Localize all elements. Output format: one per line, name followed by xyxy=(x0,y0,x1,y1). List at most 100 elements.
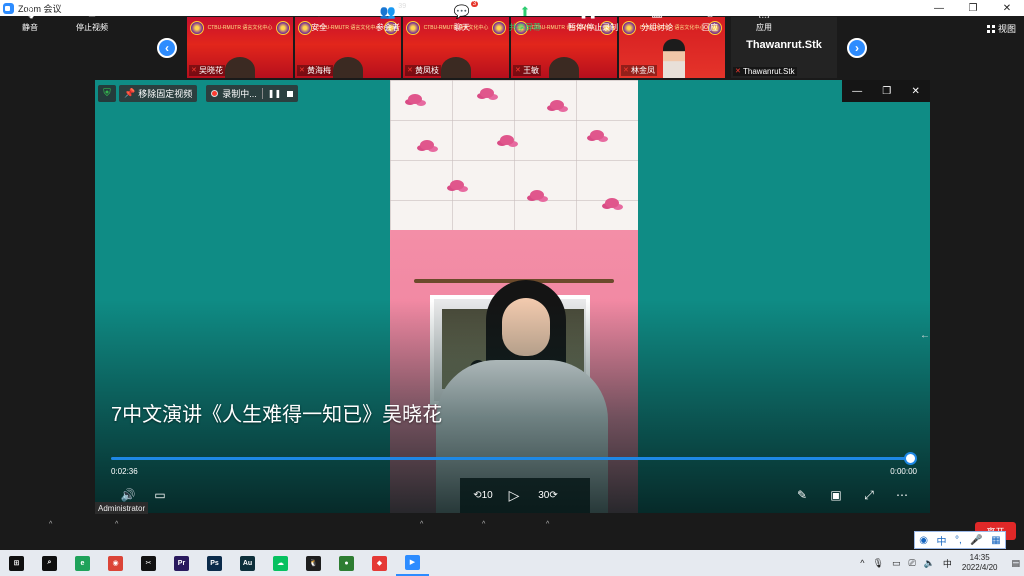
windows-taskbar: ⊞ ⌕ e ◉ ✂ Pr Ps Au ☁ 🐧 ● ◆ ▶ ^ 🎙 ▭ ⎚ 🔈 中 14:35 2022/… xyxy=(0,550,1024,576)
shared-video-stage[interactable]: ⛨ 📌 移除固定视频 录制中... ❚❚ — ❐ ✕ 7中文演讲《人生难得一知已》… xyxy=(95,80,930,513)
video-progress-bar[interactable] xyxy=(111,452,917,465)
ime-voice-icon[interactable]: 🎤 xyxy=(970,535,982,546)
participant-name-tag: ✕ 黄凤枝 xyxy=(405,65,441,76)
play-icon[interactable]: ▷ xyxy=(505,486,523,504)
participant-tile[interactable]: CTBU-RMUTR 语言文化中心 ✕ 吴晓花 xyxy=(187,17,293,78)
participants-options-caret[interactable]: ^ xyxy=(420,521,423,528)
stop-recording-icon[interactable] xyxy=(287,90,294,97)
taskbar-app-red-button[interactable]: ◆ xyxy=(363,550,396,576)
recording-indicator: 录制中... ❚❚ xyxy=(206,85,299,102)
strip-next-button[interactable]: › xyxy=(847,38,867,58)
ceiling-flower xyxy=(408,94,422,104)
mute-label: 静音 xyxy=(22,23,38,32)
mic-muted-icon: ✕ xyxy=(191,66,197,74)
taskbar-search-button[interactable]: ⌕ xyxy=(33,550,66,576)
video-minimize-button[interactable]: — xyxy=(852,86,862,97)
shield-icon: ⛨ xyxy=(314,4,324,19)
reactions-button[interactable]: ☺ 回应 xyxy=(680,3,740,35)
ceiling-flower xyxy=(480,88,494,98)
apps-button[interactable]: ⬚ 应用 xyxy=(734,3,794,35)
taskbar-windows-start-button[interactable]: ⊞ xyxy=(0,550,33,576)
arrow-left-icon: ← xyxy=(920,330,930,341)
stop-video-button[interactable]: ■ 停止视频 xyxy=(62,3,122,35)
unpin-label: 移除固定视频 xyxy=(138,89,193,99)
participant-count: 39 xyxy=(398,3,407,10)
breakout-grid-icon: ▦ xyxy=(650,4,664,19)
security-button[interactable]: ⛨ 安全 xyxy=(289,3,349,35)
ime-language-toggle[interactable]: 中 xyxy=(937,533,947,548)
video-close-button[interactable]: ✕ xyxy=(911,86,919,97)
system-clock[interactable]: 14:35 2022/4/20 xyxy=(962,553,998,573)
participant-video xyxy=(663,39,685,78)
pause-stop-recording-button[interactable]: ❚❚ ■ 暂停/停止录制 xyxy=(563,3,623,35)
strip-prev-button[interactable]: ‹ xyxy=(157,38,177,58)
ceiling xyxy=(390,80,638,230)
forward-30-icon[interactable]: 30⟳ xyxy=(535,486,561,504)
taskbar-wechat-button[interactable]: ☁ xyxy=(264,550,297,576)
tray-microphone-icon[interactable]: 🎙 xyxy=(873,558,884,569)
edit-icon[interactable]: ✎ xyxy=(793,486,811,504)
ceiling-flower xyxy=(550,100,564,110)
audio-options-caret[interactable]: ^ xyxy=(49,521,52,528)
share-options-caret[interactable]: ^ xyxy=(546,521,549,528)
subtitles-icon[interactable]: ▭ xyxy=(151,486,169,504)
tray-overflow-icon[interactable]: ^ xyxy=(860,558,864,568)
audition-icon: Au xyxy=(240,555,255,571)
capcut-icon: ✂ xyxy=(141,555,156,571)
progress-handle[interactable] xyxy=(904,452,917,465)
tray-ime-icon[interactable]: 中 xyxy=(943,557,952,570)
more-icon[interactable]: ⋯ xyxy=(893,486,911,504)
taskbar-chrome-button[interactable]: ◉ xyxy=(99,550,132,576)
ceiling-flower xyxy=(530,190,544,200)
ceiling-flower xyxy=(605,198,619,208)
close-button[interactable]: ✕ xyxy=(990,0,1024,16)
time-remaining: 0:00:00 xyxy=(890,467,917,476)
view-button[interactable]: 视图 xyxy=(986,22,1016,35)
taskbar-photoshop-button[interactable]: Ps xyxy=(198,550,231,576)
minimize-button[interactable]: — xyxy=(922,0,956,16)
security-label: 安全 xyxy=(311,23,327,32)
ime-menu-icon[interactable]: ▦ xyxy=(991,535,1000,546)
share-screen-button[interactable]: ⬆ 共享屏幕 xyxy=(495,3,555,35)
participants-button[interactable]: 👥 39 参会者 xyxy=(358,3,418,35)
taskbar-capcut-button[interactable]: ✂ xyxy=(132,550,165,576)
tray-keyboard-icon[interactable]: ▭ xyxy=(892,558,901,569)
mute-button[interactable]: 🎙 静音 xyxy=(0,3,60,35)
tray-display-icon[interactable]: ⎚ xyxy=(908,558,915,569)
view-label: 视图 xyxy=(997,24,1016,34)
video-restore-button[interactable]: ❐ xyxy=(882,86,891,97)
ime-logo-icon[interactable]: ◉ xyxy=(919,535,928,546)
participant-name: Thawanrut.Stk xyxy=(743,67,795,76)
pause-recording-icon[interactable]: ❚❚ xyxy=(268,89,281,98)
chat-options-caret[interactable]: ^ xyxy=(482,521,485,528)
chat-button[interactable]: 💬 3 聊天 xyxy=(432,1,492,35)
restore-button[interactable]: ❐ xyxy=(956,0,990,16)
microphone-icon: 🎙 xyxy=(21,4,39,19)
rewind-10-icon[interactable]: ⟲10 xyxy=(471,486,495,504)
self-display-name: Thawanrut.Stk xyxy=(746,39,822,51)
pip-icon[interactable]: ▣ xyxy=(827,486,845,504)
taskbar-premiere-button[interactable]: Pr xyxy=(165,550,198,576)
video-caption: 7中文演讲《人生难得一知已》吴晓花 xyxy=(111,404,443,426)
participant-name: 王敏 xyxy=(523,66,539,75)
record-label: 暂停/停止录制 xyxy=(567,23,619,32)
mic-muted-icon: ✕ xyxy=(515,66,521,74)
unpin-video-button[interactable]: 📌 移除固定视频 xyxy=(119,85,198,102)
breakout-rooms-button[interactable]: ▦ 分组讨论 xyxy=(627,3,687,35)
fullscreen-icon[interactable]: ⤢ xyxy=(860,486,878,504)
ime-punctuation-icon[interactable]: °, xyxy=(955,535,962,546)
video-options-caret[interactable]: ^ xyxy=(115,521,118,528)
taskbar-zoom-button[interactable]: ▶ xyxy=(396,550,429,576)
taskbar-edge-button[interactable]: e xyxy=(66,550,99,576)
people-icon: 👥 xyxy=(379,4,397,19)
participant-video xyxy=(441,57,471,78)
search-icon: ⌕ xyxy=(42,555,57,571)
share-screen-label: 共享屏幕 xyxy=(509,23,541,32)
notification-icon[interactable]: ▤ xyxy=(1011,558,1020,569)
ceiling-flower xyxy=(450,180,464,190)
tray-volume-icon[interactable]: 🔈 xyxy=(924,558,935,569)
taskbar-audition-button[interactable]: Au xyxy=(231,550,264,576)
taskbar-obs-button[interactable]: ● xyxy=(330,550,363,576)
chevron-left-icon: ‹ xyxy=(165,41,169,55)
taskbar-qq-button[interactable]: 🐧 xyxy=(297,550,330,576)
